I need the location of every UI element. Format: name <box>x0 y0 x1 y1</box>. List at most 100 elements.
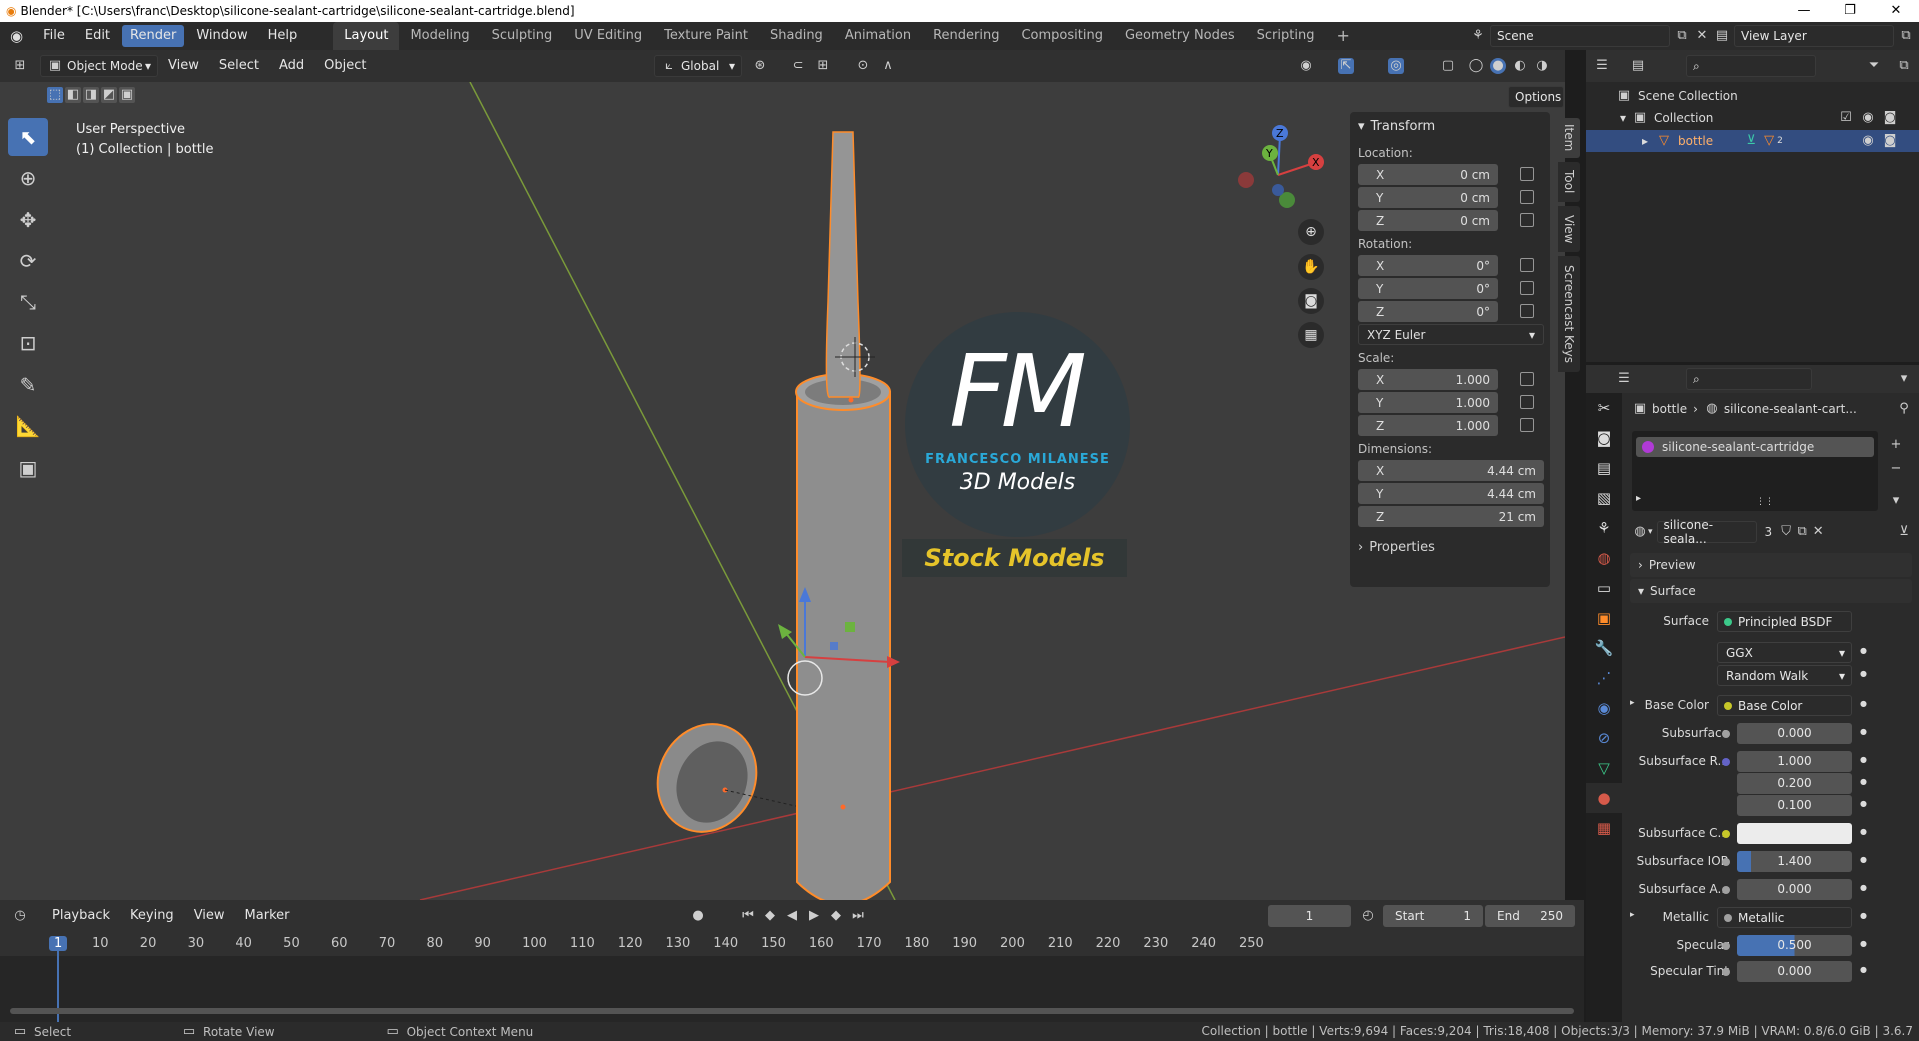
properties-editor-icon[interactable]: ☰ <box>1616 371 1632 387</box>
lock-icon[interactable] <box>1520 304 1534 318</box>
input-value-field[interactable]: Metallic <box>1717 907 1852 928</box>
keyframe-dot-icon[interactable]: ● <box>1860 646 1867 655</box>
timeline-menu-keying[interactable]: Keying <box>120 902 184 930</box>
constraints-props-icon[interactable]: ⊘ <box>1586 723 1622 753</box>
outliner-bottle-row[interactable]: ▸ ▽ bottle ⊻ ▽ 2 ◉ ◙ <box>1586 130 1919 152</box>
record-icon[interactable]: ● <box>690 908 706 924</box>
duplicate-material-icon[interactable]: ⧉ <box>1794 524 1810 540</box>
ruler-tick-label[interactable]: 30 <box>188 936 205 951</box>
sidebar-tab-view[interactable]: View <box>1558 206 1580 252</box>
resize-handle-icon[interactable]: ⋮⋮ <box>1756 497 1774 507</box>
timeline-menu-marker[interactable]: Marker <box>235 902 300 930</box>
ruler-tick-label[interactable]: 60 <box>331 936 348 951</box>
editor-type-icon[interactable]: ⊞ <box>12 58 28 74</box>
tab-animation[interactable]: Animation <box>834 22 922 50</box>
current-frame-field[interactable]: 1 <box>1268 905 1351 927</box>
scene-field[interactable]: Scene <box>1490 25 1670 47</box>
input-value-field[interactable]: 0.500 <box>1737 935 1852 956</box>
user-count[interactable]: 3 <box>1765 525 1773 539</box>
measure-tool[interactable]: 📐 <box>8 407 48 445</box>
perspective-toggle-icon[interactable]: ▦ <box>1298 322 1324 348</box>
timeline-menu-playback[interactable]: Playback <box>42 902 120 930</box>
socket-icon[interactable] <box>1722 942 1730 950</box>
tab-shading[interactable]: Shading <box>759 22 834 50</box>
orientation-dropdown[interactable]: ⟀ Global ▾ <box>654 55 742 77</box>
modifier-props-icon[interactable]: 🔧 <box>1586 633 1622 663</box>
scale-x-field[interactable]: X 1.000 <box>1358 369 1498 390</box>
outliner-search-input[interactable]: ⌕ <box>1686 55 1816 77</box>
filter-icon[interactable]: ⏷ <box>1866 58 1882 74</box>
cursor-tool[interactable]: ⊕ <box>8 159 48 197</box>
keyframe-dot-icon[interactable]: ● <box>1860 911 1867 920</box>
ruler-tick-label[interactable]: 240 <box>1191 936 1216 951</box>
keyframe-dot-icon[interactable]: ● <box>1860 939 1867 948</box>
socket-icon[interactable] <box>1722 968 1730 976</box>
camera-icon[interactable]: ◙ <box>1882 133 1898 149</box>
ruler-tick-label[interactable]: 50 <box>283 936 300 951</box>
properties-subpanel[interactable]: › Properties <box>1350 533 1550 561</box>
tab-layout[interactable]: Layout <box>333 22 400 50</box>
tab-scripting[interactable]: Scripting <box>1246 22 1326 50</box>
location-x-field[interactable]: X 0 cm <box>1358 164 1498 185</box>
new-view-layer-icon[interactable]: ⧉ <box>1898 28 1914 44</box>
remove-slot-icon[interactable]: − <box>1888 461 1904 477</box>
select-subtract-icon[interactable]: ◨ <box>83 87 99 103</box>
browse-material-icon[interactable]: ◍ <box>1632 524 1648 540</box>
preview-panel-header[interactable]: › Preview <box>1630 553 1912 577</box>
rotate-tool[interactable]: ⟳ <box>8 242 48 280</box>
overlay-icon[interactable]: ◎ <box>1388 58 1404 74</box>
keyframe-dot-icon[interactable]: ● <box>1860 855 1867 864</box>
tab-sculpting[interactable]: Sculpting <box>481 22 564 50</box>
ruler-tick-label[interactable]: 210 <box>1048 936 1073 951</box>
scene-icon[interactable]: ⚘ <box>1470 28 1486 44</box>
input-value-field[interactable]: 0.200 <box>1737 773 1852 794</box>
ruler-tick-label[interactable]: 200 <box>1000 936 1025 951</box>
rotation-mode-dropdown[interactable]: XYZ Euler ▾ <box>1358 324 1544 345</box>
keyframe-dot-icon[interactable]: ● <box>1860 669 1867 678</box>
timeline-editor-icon[interactable]: ◷ <box>12 908 28 924</box>
new-collection-icon[interactable]: ⧉ <box>1896 58 1912 74</box>
chevron-right-icon[interactable]: ▸ <box>1630 698 1635 708</box>
output-props-icon[interactable]: ▤ <box>1586 453 1622 483</box>
material-name-field[interactable]: silicone-seala... <box>1656 518 1757 546</box>
chevron-down-icon[interactable]: ▾ <box>1896 371 1912 387</box>
add-cube-tool[interactable]: ▣ <box>8 449 48 487</box>
ruler-current-frame[interactable]: 1 <box>49 936 68 951</box>
clock-icon[interactable]: ◴ <box>1360 908 1376 924</box>
menu-help[interactable]: Help <box>258 22 308 50</box>
select-new-icon[interactable]: ⬚ <box>47 87 63 103</box>
input-value-field[interactable] <box>1737 823 1852 844</box>
jump-keyframe-back-icon[interactable]: ◆ <box>762 908 778 924</box>
scrollbar[interactable] <box>10 1008 1574 1014</box>
rotation-z-field[interactable]: Z 0° <box>1358 301 1498 322</box>
rendered-shading-icon[interactable]: ◑ <box>1534 58 1550 74</box>
socket-icon[interactable] <box>1722 858 1730 866</box>
data-props-icon[interactable]: ▽ <box>1586 753 1622 783</box>
chevron-right-icon[interactable]: ▸ <box>1630 910 1635 920</box>
visibility-icon[interactable]: ◉ <box>1298 58 1314 74</box>
ruler-tick-label[interactable]: 20 <box>140 936 157 951</box>
ruler-tick-label[interactable]: 220 <box>1096 936 1121 951</box>
ruler-tick-label[interactable]: 120 <box>618 936 643 951</box>
add-workspace-icon[interactable]: + <box>1325 22 1360 50</box>
viewport-menu-select[interactable]: Select <box>209 52 269 80</box>
camera-view-icon[interactable]: ◙ <box>1298 288 1324 314</box>
ruler-tick-label[interactable]: 40 <box>235 936 252 951</box>
viewport-menu-add[interactable]: Add <box>269 52 314 80</box>
physics-props-icon[interactable]: ◉ <box>1586 693 1622 723</box>
tab-geometry-nodes[interactable]: Geometry Nodes <box>1114 22 1246 50</box>
menu-window[interactable]: Window <box>186 22 257 50</box>
socket-icon[interactable] <box>1722 758 1730 766</box>
ruler-tick-label[interactable]: 250 <box>1239 936 1264 951</box>
node-link-icon[interactable]: ⊻ <box>1896 524 1912 540</box>
scene-props-icon[interactable]: ⚘ <box>1586 513 1622 543</box>
mode-dropdown[interactable]: ▣ Object Mode ▾ <box>40 55 158 77</box>
select-extend-icon[interactable]: ◧ <box>65 87 81 103</box>
rotation-y-field[interactable]: Y 0° <box>1358 278 1498 299</box>
material-slot-list[interactable]: silicone-sealant-cartridge ▸ ⋮⋮ <box>1632 431 1878 511</box>
input-value-field[interactable]: 1.000 <box>1737 751 1852 772</box>
input-value-field[interactable]: Base Color <box>1717 695 1852 716</box>
ruler-tick-label[interactable]: 10 <box>92 936 109 951</box>
zoom-icon[interactable]: ⊕ <box>1298 219 1324 245</box>
lock-icon[interactable] <box>1520 418 1534 432</box>
